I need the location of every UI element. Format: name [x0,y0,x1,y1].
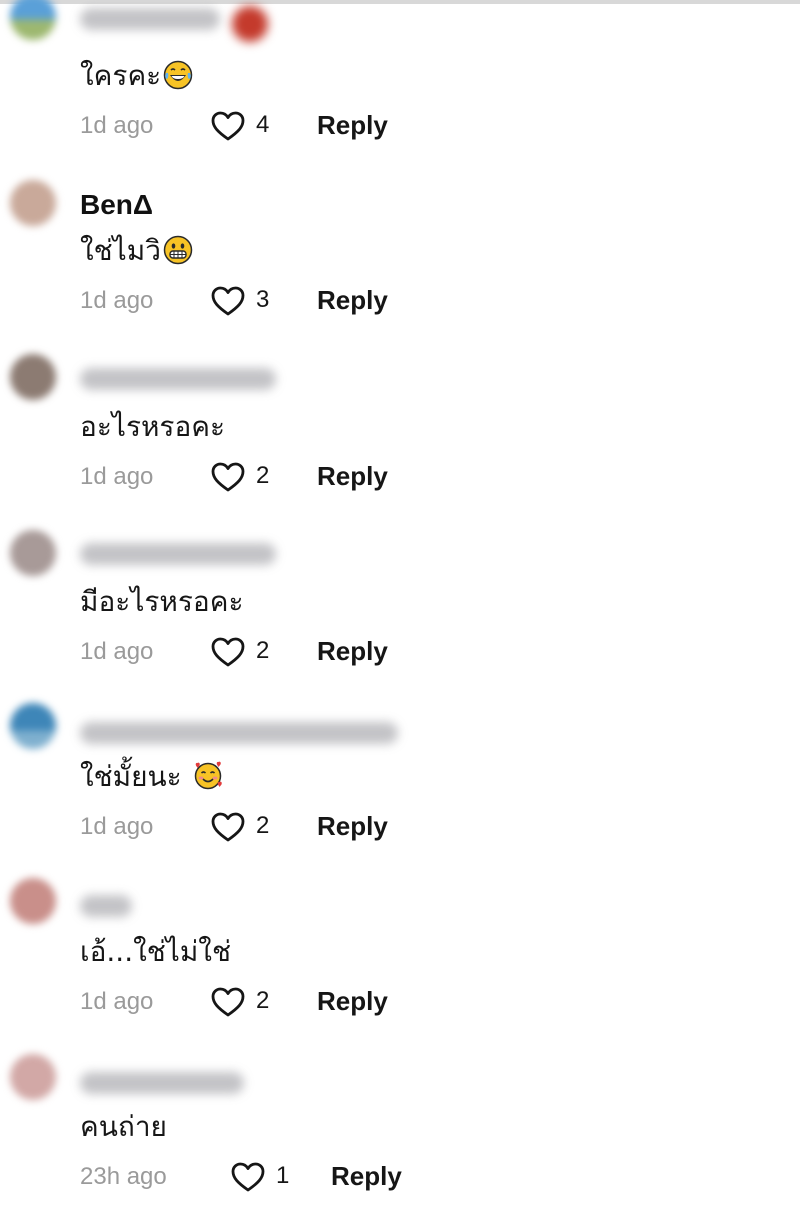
username-blurred[interactable] [80,722,398,744]
avatar[interactable] [10,878,56,924]
reply-button[interactable]: Reply [317,285,388,316]
username-blurred[interactable] [80,368,276,390]
comment-time: 1d ago [80,988,154,1015]
comment-item: คนถ่าย 23h ago 1 Reply [0,1050,800,1225]
comment-meta: 1d ago 3 Reply [0,283,800,319]
like-count: 2 [256,637,270,664]
comment-meta: 1d ago 2 Reply [0,984,800,1020]
grinning-emoji [163,235,193,265]
heart-icon [211,637,245,667]
comment-item: อะไรหรอคะ 1d ago 2 Reply [0,350,800,525]
avatar[interactable] [10,180,56,226]
smiling-hearts-emoji [194,761,222,790]
like-count: 2 [256,462,270,489]
comment-text: ใช่ไมวิ [80,229,193,273]
comment-meta: 23h ago 1 Reply [0,1159,800,1195]
comment-text: คนถ่าย [80,1110,167,1143]
comment-text: ใครคะ [80,54,193,98]
comment-time: 1d ago [80,463,154,490]
reply-button[interactable]: Reply [331,1161,402,1192]
comment-time: 1d ago [80,287,154,314]
blurred-sticker [232,6,268,42]
username-blurred[interactable] [80,543,276,565]
heart-icon [231,1162,265,1192]
comment-item: ใครคะ 1d ago 4 Reply [0,0,800,175]
comment-meta: 1d ago 4 Reply [0,108,800,144]
comment-item: BenΔ ใช่ไมวิ 1d ago 3 Reply [0,175,800,350]
like-count: 3 [256,286,270,313]
comment-text: มีอะไรหรอคะ [80,585,244,618]
avatar[interactable] [10,0,56,40]
reply-button[interactable]: Reply [317,811,388,842]
comment-text: อะไรหรอคะ [80,410,226,443]
comment-item: มีอะไรหรอคะ 1d ago 2 Reply [0,525,800,700]
comment-meta: 1d ago 2 Reply [0,459,800,495]
comment-text: ใช่มั้ยนะ [80,755,223,799]
comment-meta: 1d ago 2 Reply [0,634,800,670]
username-blurred[interactable] [80,8,220,30]
avatar[interactable] [10,354,56,400]
reply-button[interactable]: Reply [317,986,388,1017]
heart-icon [211,462,245,492]
reply-button[interactable]: Reply [317,110,388,141]
avatar[interactable] [10,703,56,749]
like-count: 4 [256,111,270,138]
comment-text: เอ้...ใช่ไม่ใช่ [80,935,231,968]
comment-time: 1d ago [80,813,154,840]
tears-of-joy-emoji [163,60,193,90]
heart-icon [211,286,245,316]
reply-button[interactable]: Reply [317,461,388,492]
like-count: 2 [256,987,270,1014]
heart-icon [211,812,245,842]
avatar[interactable] [10,530,56,576]
comment-item: ใช่มั้ยนะ 1d ago 2 Reply [0,700,800,875]
comment-username[interactable]: BenΔ [80,189,153,221]
comment-item: เอ้...ใช่ไม่ใช่ 1d ago 2 Reply [0,875,800,1050]
comment-time: 1d ago [80,112,154,139]
username-blurred[interactable] [80,1072,244,1094]
comment-time: 23h ago [80,1163,167,1190]
heart-icon [211,987,245,1017]
heart-icon [211,111,245,141]
reply-button[interactable]: Reply [317,636,388,667]
like-count: 2 [256,812,270,839]
username-blurred[interactable] [80,895,132,917]
like-count: 1 [276,1162,290,1189]
avatar[interactable] [10,1054,56,1100]
comment-time: 1d ago [80,638,154,665]
comment-meta: 1d ago 2 Reply [0,809,800,845]
